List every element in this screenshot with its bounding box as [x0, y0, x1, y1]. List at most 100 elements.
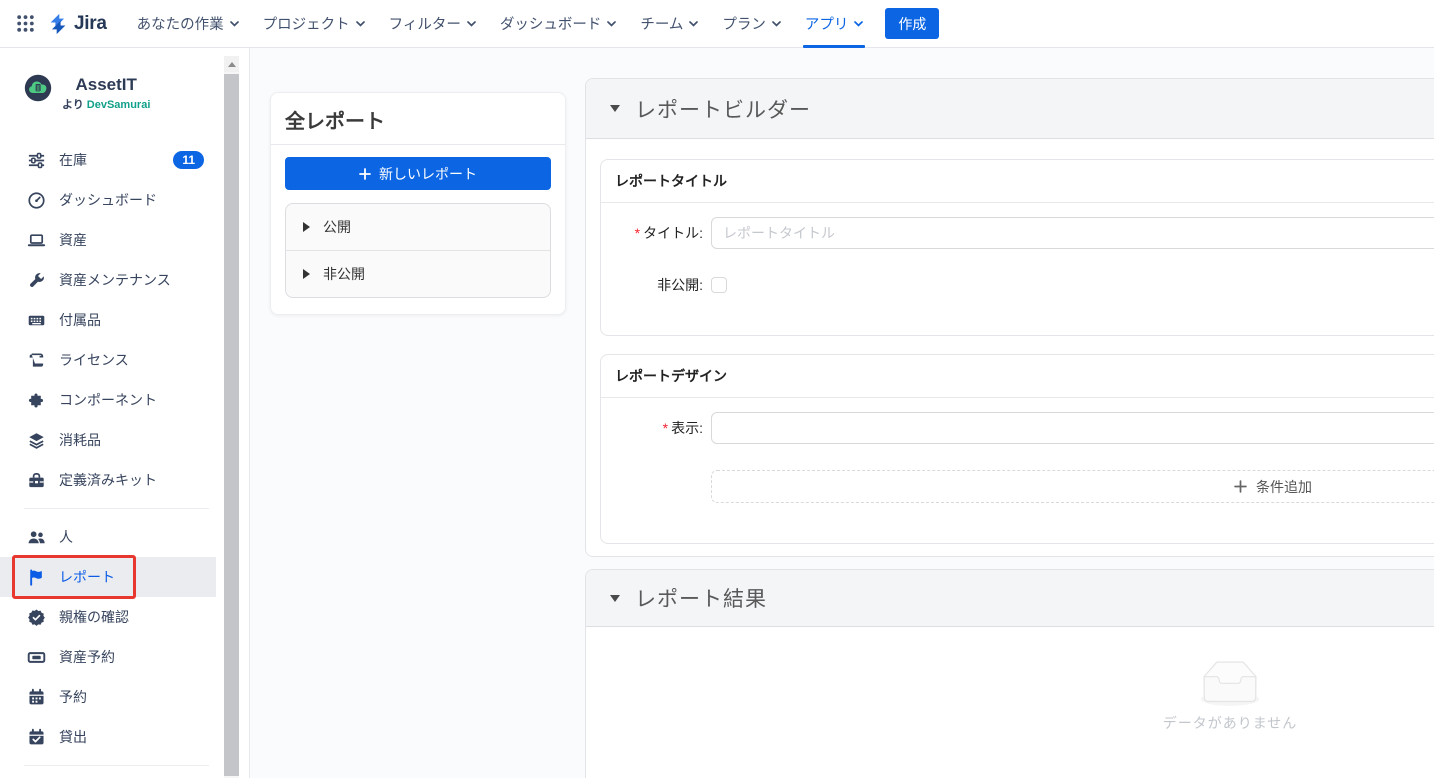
chevron-down-icon: [689, 21, 698, 27]
chevron-down-icon: [607, 21, 616, 27]
nav-item-dashboards[interactable]: ダッシュボード: [488, 0, 629, 48]
private-checkbox[interactable]: [711, 277, 727, 293]
sidebar-item-label: 資産予約: [59, 647, 115, 667]
sidebar-item-assets[interactable]: 資産: [0, 220, 216, 260]
sidebar-item-label: 人: [59, 527, 73, 547]
top-navigation: Jira あなたの作業 プロジェクト フィルター ダッシュボード チーム プラン…: [0, 0, 1434, 48]
report-builder-panel: レポートビルダー レポートタイトル *タイトル: 非公開:: [585, 78, 1434, 557]
report-results-title: レポート結果: [635, 583, 767, 613]
ticket-icon: [26, 648, 46, 667]
assetit-sidebar: AssetIT よりDevSamurai 在庫 11 ダッシュボード: [0, 48, 250, 778]
keyboard-icon: [26, 311, 46, 330]
app-logo-block: AssetIT よりDevSamurai: [0, 74, 249, 126]
sliders-icon: [26, 151, 46, 170]
scroll-icon: [26, 351, 46, 370]
sidebar-item-consumables[interactable]: 消耗品: [0, 420, 216, 460]
layers-icon: [26, 431, 46, 450]
sidebar-menu: 在庫 11 ダッシュボード 資産 資産メンテナンス: [0, 140, 249, 766]
inventory-count-badge: 11: [173, 151, 204, 169]
sidebar-item-label: 付属品: [59, 310, 101, 330]
wrench-icon: [26, 271, 46, 290]
caret-down-icon: [610, 595, 620, 602]
caret-down-icon: [610, 105, 620, 112]
nav-item-plans[interactable]: プラン: [710, 0, 793, 48]
scrollbar-thumb[interactable]: [224, 74, 239, 776]
sidebar-item-label: 資産: [59, 230, 87, 250]
primary-nav: あなたの作業 プロジェクト フィルター ダッシュボード チーム プラン アプリ: [125, 0, 876, 48]
report-groups: 公開 非公開: [285, 203, 551, 298]
sidebar-item-people[interactable]: 人: [0, 517, 216, 557]
scroll-up-button[interactable]: [224, 56, 239, 72]
group-public[interactable]: 公開: [286, 204, 550, 250]
sidebar-item-accessories[interactable]: 付属品: [0, 300, 216, 340]
report-results-header[interactable]: レポート結果: [586, 570, 1434, 627]
sidebar-item-reports[interactable]: レポート: [0, 557, 216, 597]
report-results-body: データがありません: [586, 627, 1434, 778]
plus-icon: [1234, 480, 1247, 493]
report-title-section: レポートタイトル *タイトル: 非公開:: [600, 159, 1434, 336]
grid-icon: [16, 14, 35, 33]
app-byline: よりDevSamurai: [62, 96, 150, 112]
sidebar-divider: [24, 765, 209, 766]
nav-item-teams[interactable]: チーム: [628, 0, 710, 48]
sidebar-scrollbar[interactable]: [224, 56, 239, 778]
title-field-label: *タイトル:: [613, 223, 711, 243]
report-design-section: レポートデザイン *表示: 条件追加: [600, 354, 1434, 544]
sidebar-item-label: 在庫: [59, 150, 87, 170]
sidebar-item-asset-reservation[interactable]: 資産予約: [0, 637, 216, 677]
sidebar-item-checkout[interactable]: 貸出: [0, 717, 216, 757]
all-reports-title: 全レポート: [285, 105, 551, 134]
nav-item-apps[interactable]: アプリ: [793, 0, 876, 48]
assetit-logo-icon: [24, 74, 52, 102]
scroll-up-arrow-icon: [228, 62, 236, 67]
jira-logo[interactable]: Jira: [45, 11, 107, 37]
calendar-check-icon: [26, 728, 46, 747]
sidebar-item-custody-check[interactable]: 親権の確認: [0, 597, 216, 637]
laptop-icon: [26, 231, 46, 250]
chevron-down-icon: [772, 21, 781, 27]
report-builder-title: レポートビルダー: [635, 94, 811, 124]
required-marker: *: [635, 225, 640, 241]
app-name: AssetIT: [62, 75, 150, 95]
required-marker: *: [663, 420, 668, 436]
nav-item-filters[interactable]: フィルター: [377, 0, 488, 48]
nav-item-projects[interactable]: プロジェクト: [251, 0, 377, 48]
chevron-down-icon: [854, 21, 863, 27]
group-private[interactable]: 非公開: [286, 250, 550, 297]
sidebar-item-inventory[interactable]: 在庫 11: [0, 140, 216, 180]
report-builder-header[interactable]: レポートビルダー: [586, 79, 1434, 139]
caret-right-icon: [303, 222, 310, 232]
display-field-label: *表示:: [613, 418, 711, 438]
toolbox-icon: [26, 471, 46, 490]
sidebar-item-label: 消耗品: [59, 430, 101, 450]
sidebar-divider: [24, 508, 209, 509]
sidebar-item-label: ライセンス: [59, 350, 129, 370]
sidebar-item-label: 親権の確認: [59, 607, 129, 627]
sidebar-item-components[interactable]: コンポーネント: [0, 380, 216, 420]
sidebar-item-licenses[interactable]: ライセンス: [0, 340, 216, 380]
sidebar-item-label: 定義済みキット: [59, 470, 157, 490]
app-switcher-button[interactable]: [10, 8, 41, 39]
sidebar-item-dashboard[interactable]: ダッシュボード: [0, 180, 216, 220]
new-report-button[interactable]: 新しいレポート: [285, 157, 551, 190]
create-button[interactable]: 作成: [885, 8, 939, 39]
report-title-input[interactable]: [711, 217, 1434, 249]
chevron-down-icon: [230, 21, 239, 27]
sidebar-item-label: 貸出: [59, 727, 87, 747]
add-condition-button[interactable]: 条件追加: [711, 470, 1434, 503]
chevron-down-icon: [467, 21, 476, 27]
jira-logo-icon: [45, 11, 71, 37]
inbox-icon: [1194, 661, 1266, 707]
puzzle-icon: [26, 391, 46, 410]
all-reports-header: 全レポート: [271, 93, 565, 145]
badge-check-icon: [26, 608, 46, 627]
calendar-icon: [26, 688, 46, 707]
empty-state-text: データがありません: [1163, 713, 1298, 733]
sidebar-item-reservations[interactable]: 予約: [0, 677, 216, 717]
main-content: 全レポート 新しいレポート 公開 非公開: [250, 48, 1434, 778]
sidebar-item-asset-maintenance[interactable]: 資産メンテナンス: [0, 260, 216, 300]
display-select-input[interactable]: [711, 412, 1434, 444]
nav-item-your-work[interactable]: あなたの作業: [125, 0, 251, 48]
private-field-label: 非公開:: [613, 275, 711, 295]
sidebar-item-predefined-kits[interactable]: 定義済みキット: [0, 460, 216, 500]
